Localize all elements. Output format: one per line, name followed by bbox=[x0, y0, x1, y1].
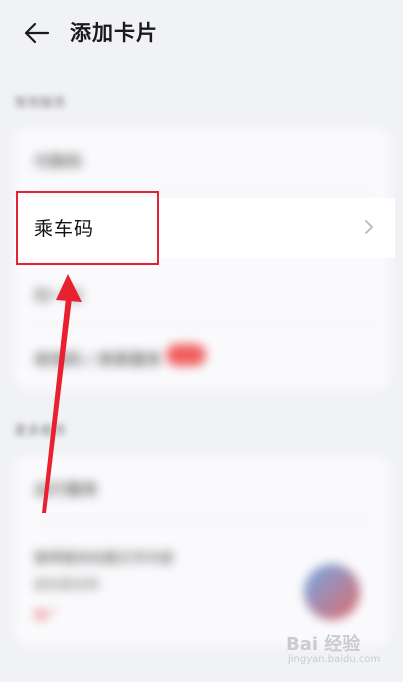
watermark-url: jingyan.baidu.com bbox=[288, 654, 381, 665]
card-more-services: 出行服务 推荐服务标题文字内容 副标题说明 推广 bbox=[14, 456, 390, 646]
list-item-label: 付款码 bbox=[34, 152, 83, 171]
list-item-label: 扫一扫 bbox=[34, 286, 83, 305]
page-title: 添加卡片 bbox=[70, 21, 158, 45]
list-item[interactable]: 扫一扫 bbox=[14, 262, 390, 326]
promo-tag: 推广 bbox=[34, 608, 59, 622]
list-item[interactable]: 付款码 bbox=[14, 128, 390, 192]
watermark-logo: Bai 经验 bbox=[286, 634, 361, 655]
chevron-right-icon bbox=[365, 220, 373, 234]
highlight-box bbox=[16, 191, 159, 265]
section-label-common: 常用服务 bbox=[14, 96, 67, 111]
promo-image bbox=[304, 564, 360, 620]
promo-subtitle: 副标题说明 bbox=[34, 578, 100, 593]
list-item-label: 收钱码 / 商家服务 bbox=[34, 350, 162, 369]
app-header: 添加卡片 bbox=[0, 0, 403, 64]
arrow-left-icon[interactable] bbox=[22, 20, 52, 46]
status-badge bbox=[166, 344, 206, 366]
promo-title: 推荐服务标题文字内容 bbox=[34, 551, 174, 567]
list-item[interactable]: 出行服务 bbox=[14, 456, 390, 520]
list-item-label: 出行服务 bbox=[34, 480, 99, 499]
section-label-more: 更多推荐 bbox=[14, 424, 67, 439]
divider bbox=[34, 519, 376, 520]
